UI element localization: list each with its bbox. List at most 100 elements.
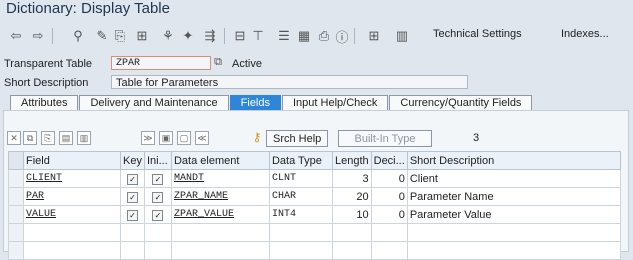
technical-settings-button[interactable]: Technical Settings xyxy=(433,28,522,40)
where-used-icon[interactable]: ⚘ xyxy=(160,28,176,44)
row-selector[interactable] xyxy=(8,205,24,224)
expand-icon[interactable]: ≫ xyxy=(141,131,155,145)
cut-icon[interactable]: ✕ xyxy=(7,131,21,145)
tab-attributes[interactable]: Attributes xyxy=(10,95,79,110)
tab-input-help-check[interactable]: Input Help/Check xyxy=(282,95,389,110)
hierarchy-icon[interactable]: ⊤ xyxy=(250,28,266,44)
key-cell[interactable]: ✓ xyxy=(120,169,145,188)
grid-icon[interactable]: ⊞ xyxy=(366,28,382,44)
table-row[interactable]: VALUE ✓ ✓ ZPAR_VALUE INT4 10 0 Parameter… xyxy=(8,205,621,224)
decimals-cell[interactable]: 0 xyxy=(370,187,408,206)
initial-checkbox[interactable]: ✓ xyxy=(152,191,164,203)
key-icon[interactable]: ⚷ xyxy=(250,131,264,145)
column-header-field[interactable]: Field xyxy=(23,151,121,170)
decimals-cell[interactable]: 0 xyxy=(370,169,408,188)
short-description-cell[interactable]: Parameter Value xyxy=(406,205,621,224)
indexes-button[interactable]: Indexes... xyxy=(561,28,609,40)
length-cell[interactable]: 10 xyxy=(331,205,372,224)
delete-row-icon[interactable]: ▥ xyxy=(77,131,91,145)
deselect-icon[interactable]: ▢ xyxy=(177,131,191,145)
copy-row-icon[interactable]: ⧉ xyxy=(23,131,37,145)
short-description-cell[interactable] xyxy=(406,241,621,260)
display-change-icon[interactable]: ⎘ xyxy=(112,28,128,44)
paste-icon[interactable]: ⎘ xyxy=(41,131,55,145)
initial-cell[interactable] xyxy=(143,241,172,260)
key-checkbox[interactable]: ✓ xyxy=(126,191,138,203)
key-cell[interactable] xyxy=(120,241,145,260)
row-selector-header[interactable] xyxy=(8,151,24,170)
data-element-cell[interactable] xyxy=(170,223,270,242)
object-list-icon[interactable]: ⊟ xyxy=(232,28,248,44)
data-type-cell[interactable] xyxy=(268,223,333,242)
data-element-cell[interactable]: ZPAR_NAME xyxy=(170,187,270,206)
initial-cell[interactable]: ✓ xyxy=(143,187,172,206)
key-checkbox[interactable]: ✓ xyxy=(126,209,138,221)
field-name-cell[interactable]: PAR xyxy=(23,187,121,206)
navigation-window-icon[interactable]: ☰ xyxy=(276,28,292,44)
table-row[interactable]: PAR ✓ ✓ ZPAR_NAME CHAR 20 0 Parameter Na… xyxy=(8,187,621,206)
field-name-cell[interactable]: VALUE xyxy=(23,205,121,224)
key-checkbox[interactable]: ✓ xyxy=(126,173,138,185)
search-help-button[interactable]: Srch Help xyxy=(266,130,329,147)
check-icon[interactable]: ⊞ xyxy=(134,28,150,44)
short-description-cell[interactable]: Parameter Name xyxy=(406,187,621,206)
field-name-cell[interactable] xyxy=(23,223,121,242)
column-header-length[interactable]: Length xyxy=(331,151,372,170)
length-cell[interactable]: 20 xyxy=(331,187,372,206)
tab-delivery-maintenance[interactable]: Delivery and Maintenance xyxy=(79,95,229,110)
table-row[interactable] xyxy=(8,241,621,260)
activate-icon[interactable]: ✦ xyxy=(180,28,196,44)
row-selector[interactable] xyxy=(8,223,24,242)
length-cell[interactable] xyxy=(331,241,372,260)
where-used-list-icon[interactable]: ⇶ xyxy=(202,28,218,44)
info-icon[interactable]: ⓘ xyxy=(334,28,350,45)
tab-fields[interactable]: Fields xyxy=(229,95,281,110)
field-name-cell[interactable]: CLIENT xyxy=(23,169,121,188)
column-header-short-description[interactable]: Short Description xyxy=(406,151,621,170)
other-object-icon[interactable]: ⚲ xyxy=(70,28,86,44)
select-all-icon[interactable]: ▣ xyxy=(159,131,173,145)
column-header-data-element[interactable]: Data element xyxy=(170,151,270,170)
decimals-cell[interactable] xyxy=(370,241,408,260)
tab-currency-quantity-fields[interactable]: Currency/Quantity Fields xyxy=(389,95,533,110)
decimals-cell[interactable]: 0 xyxy=(370,205,408,224)
data-element-cell[interactable] xyxy=(170,241,270,260)
data-type-cell[interactable]: CLNT xyxy=(268,169,333,188)
row-selector[interactable] xyxy=(8,187,24,206)
data-type-cell[interactable]: CHAR xyxy=(268,187,333,206)
row-selector[interactable] xyxy=(8,169,24,188)
short-description-field[interactable]: Table for Parameters xyxy=(111,75,468,89)
key-cell[interactable]: ✓ xyxy=(120,187,145,206)
table-row[interactable]: CLIENT ✓ ✓ MANDT CLNT 3 0 Client xyxy=(8,169,621,188)
builtin-type-button[interactable]: Built-In Type xyxy=(338,130,432,147)
key-cell[interactable] xyxy=(120,223,145,242)
table-name-field[interactable]: ZPAR xyxy=(111,56,211,70)
column-header-initial[interactable]: Ini... xyxy=(143,151,172,170)
data-element-cell[interactable]: MANDT xyxy=(170,169,270,188)
copy-icon[interactable]: ⧉ xyxy=(211,55,225,69)
edit-pencil-icon[interactable]: ✎ xyxy=(94,28,110,44)
data-type-cell[interactable]: INT4 xyxy=(268,205,333,224)
short-description-cell[interactable] xyxy=(406,223,621,242)
insert-row-icon[interactable]: ▤ xyxy=(59,131,73,145)
initial-cell[interactable]: ✓ xyxy=(143,205,172,224)
row-selector[interactable] xyxy=(8,241,24,260)
initial-cell[interactable] xyxy=(143,223,172,242)
column-header-data-type[interactable]: Data Type xyxy=(268,151,333,170)
back-arrow-icon[interactable]: ⇦ xyxy=(8,28,24,44)
initial-cell[interactable]: ✓ xyxy=(143,169,172,188)
table-icon[interactable]: ▦ xyxy=(296,28,312,44)
initial-checkbox[interactable]: ✓ xyxy=(152,173,164,185)
key-cell[interactable]: ✓ xyxy=(120,205,145,224)
data-type-cell[interactable] xyxy=(268,241,333,260)
field-name-cell[interactable] xyxy=(23,241,121,260)
length-cell[interactable]: 3 xyxy=(331,169,372,188)
length-cell[interactable] xyxy=(331,223,372,242)
short-description-cell[interactable]: Client xyxy=(406,169,621,188)
initial-checkbox[interactable]: ✓ xyxy=(152,209,164,221)
print-icon[interactable]: ⎙ xyxy=(316,28,332,44)
column-header-key[interactable]: Key xyxy=(120,151,145,170)
table-grid-icon[interactable]: ▥ xyxy=(394,28,410,44)
collapse-icon[interactable]: ≪ xyxy=(195,131,209,145)
forward-arrow-icon[interactable]: ⇨ xyxy=(30,28,46,44)
